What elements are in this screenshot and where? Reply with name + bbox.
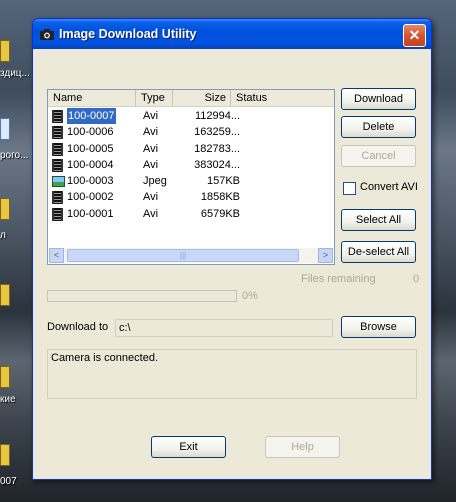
desktop-folder-icon[interactable] [0, 366, 10, 388]
list-rows: 100-0007 Avi 112994... 100-0006 Avi 163259...… [48, 108, 334, 222]
camera-icon [40, 29, 54, 40]
cancel-button[interactable]: Cancel [341, 145, 416, 167]
file-type: Avi [143, 158, 159, 171]
column-header-size[interactable]: Size [173, 90, 231, 106]
desktop-folder-icon[interactable] [0, 198, 10, 220]
image-download-utility-window: Image Download Utility ✕ Name Type Size … [32, 18, 432, 480]
desktop-label: кие [0, 394, 16, 405]
list-header: Name Type Size Status [48, 90, 334, 107]
select-all-button[interactable]: Select All [341, 209, 416, 231]
list-item[interactable]: 100-0004 Avi 383024... [48, 157, 334, 173]
exit-button[interactable]: Exit [151, 436, 226, 458]
file-size: 6579KB [200, 207, 240, 220]
desktop-label: 007 [0, 476, 17, 487]
desktop-document-icon[interactable] [0, 118, 10, 140]
file-type: Avi [143, 207, 159, 220]
browse-button[interactable]: Browse [341, 316, 416, 338]
progress-percent: 0% [242, 290, 258, 302]
files-remaining-count: 0 [413, 273, 420, 285]
file-type: Avi [143, 126, 159, 139]
file-name: 100-0006 [67, 126, 114, 139]
file-type: Avi [143, 142, 159, 155]
video-file-icon [52, 191, 63, 205]
list-item[interactable]: 100-0003 Jpeg 157KB [48, 173, 334, 189]
title-bar[interactable]: Image Download Utility ✕ [33, 19, 431, 49]
files-remaining-label: Files remaining [301, 273, 376, 285]
scroll-left-button[interactable]: < [49, 248, 64, 263]
help-button[interactable]: Help [265, 436, 340, 458]
video-file-icon [52, 158, 63, 172]
desktop-label: рого... [0, 150, 29, 161]
desktop-folder-icon[interactable] [0, 444, 10, 466]
file-name: 100-0001 [67, 207, 114, 220]
file-name: 100-0003 [67, 175, 114, 188]
download-button[interactable]: Download [341, 88, 416, 110]
file-name: 100-0007 [67, 108, 116, 124]
convert-avi-checkbox[interactable] [343, 182, 356, 195]
video-file-icon [52, 110, 63, 123]
download-progress-bar [47, 290, 237, 302]
download-to-label: Download to [47, 321, 109, 333]
file-type: Jpeg [143, 175, 167, 188]
list-item[interactable]: 100-0002 Avi 1858KB [48, 189, 334, 205]
file-size: 383024... [194, 158, 240, 171]
column-header-type[interactable]: Type [136, 90, 173, 106]
convert-avi-label: Convert AVI [360, 181, 418, 193]
image-file-icon [52, 176, 65, 188]
horizontal-scrollbar[interactable]: < ||| > [49, 248, 333, 263]
file-name: 100-0004 [67, 158, 114, 171]
desktop-folder-icon[interactable] [0, 284, 10, 306]
file-size: 1858KB [200, 191, 240, 204]
file-size: 157KB [206, 175, 240, 188]
file-size: 112994... [194, 110, 240, 122]
list-item[interactable]: 100-0007 Avi 112994... [48, 108, 334, 124]
desktop-folder-icon[interactable] [0, 40, 10, 62]
download-path-field[interactable]: c:\ [115, 319, 333, 337]
file-list[interactable]: Name Type Size Status 100-0007 Avi 112994.… [47, 89, 335, 265]
file-type: Avi [143, 110, 159, 122]
file-size: 163259... [194, 126, 240, 139]
list-item[interactable]: 100-0005 Avi 182783... [48, 141, 334, 157]
window-title: Image Download Utility [59, 27, 197, 41]
status-box: Camera is connected. [47, 349, 417, 399]
list-item[interactable]: 100-0001 Avi 6579KB [48, 206, 334, 222]
column-header-status[interactable]: Status [231, 90, 334, 106]
desktop-label: л [0, 230, 6, 241]
desktop-label: здиц... [0, 68, 30, 79]
column-header-name[interactable]: Name [48, 90, 136, 106]
deselect-all-button[interactable]: De-select All [341, 241, 416, 263]
file-size: 182783... [194, 142, 240, 155]
close-button[interactable]: ✕ [403, 24, 426, 47]
delete-button[interactable]: Delete [341, 116, 416, 138]
file-name: 100-0002 [67, 191, 114, 204]
video-file-icon [52, 126, 63, 140]
video-file-icon [52, 207, 63, 221]
scroll-thumb[interactable]: ||| [67, 249, 299, 262]
status-message: Camera is connected. [51, 352, 158, 364]
scroll-right-button[interactable]: > [318, 248, 333, 263]
video-file-icon [52, 142, 63, 156]
list-item[interactable]: 100-0006 Avi 163259... [48, 124, 334, 140]
file-name: 100-0005 [67, 142, 114, 155]
file-type: Avi [143, 191, 159, 204]
